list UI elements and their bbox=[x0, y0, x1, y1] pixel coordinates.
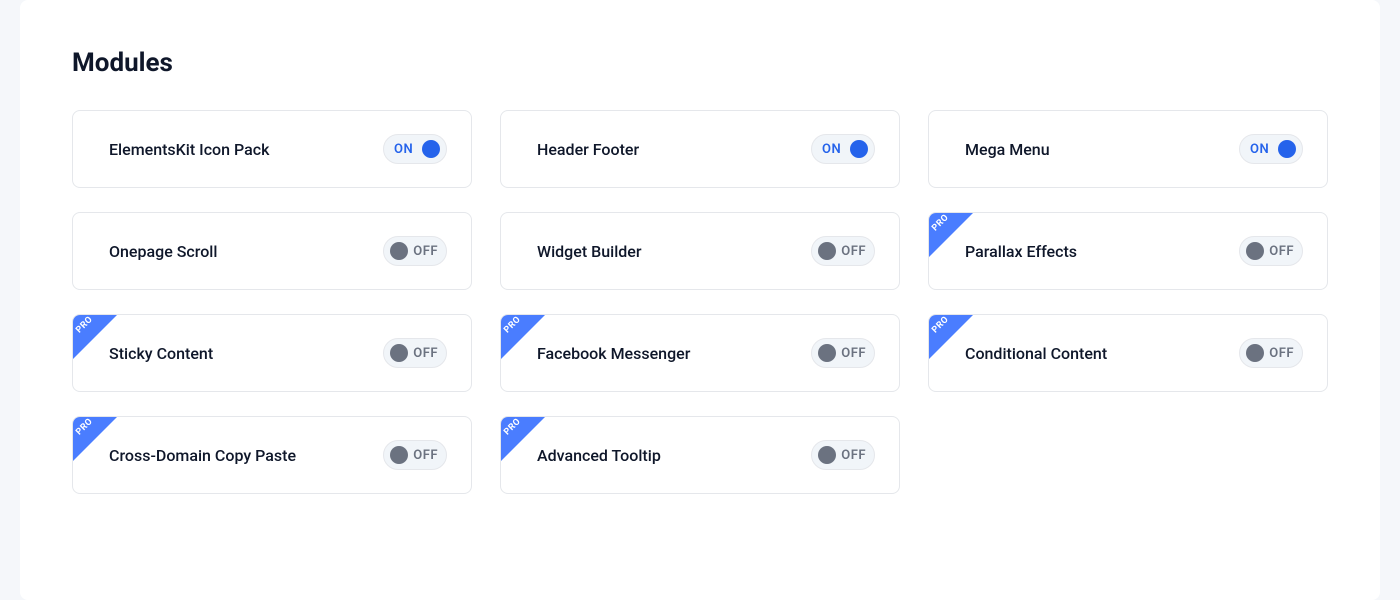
pro-badge-label: PRO bbox=[930, 213, 951, 234]
module-toggle-mega-menu[interactable]: ON bbox=[1239, 134, 1303, 164]
pro-badge-label: PRO bbox=[930, 315, 951, 336]
module-card-cross-domain-copy-paste: PRO Cross-Domain Copy Paste OFF bbox=[72, 416, 472, 494]
module-toggle-sticky-content[interactable]: OFF bbox=[383, 338, 447, 368]
module-toggle-conditional-content[interactable]: OFF bbox=[1239, 338, 1303, 368]
toggle-state-label: OFF bbox=[413, 346, 438, 361]
toggle-knob bbox=[1246, 242, 1264, 260]
toggle-knob bbox=[818, 344, 836, 362]
toggle-knob bbox=[850, 140, 868, 158]
toggle-state-label: OFF bbox=[413, 244, 438, 259]
module-label: Mega Menu bbox=[965, 140, 1050, 159]
pro-badge-label: PRO bbox=[74, 315, 95, 336]
toggle-knob bbox=[390, 242, 408, 260]
modules-grid: ElementsKit Icon PackONHeader FooterONMe… bbox=[72, 110, 1328, 494]
pro-badge: PRO bbox=[929, 315, 973, 359]
pro-badge: PRO bbox=[73, 417, 117, 461]
module-label: Widget Builder bbox=[537, 242, 642, 261]
toggle-state-label: ON bbox=[394, 142, 413, 157]
module-label: Onepage Scroll bbox=[109, 242, 217, 261]
module-label: Facebook Messenger bbox=[537, 344, 690, 363]
pro-badge-label: PRO bbox=[502, 417, 523, 438]
module-card-header-footer: Header Footer ON bbox=[500, 110, 900, 188]
module-label: Parallax Effects bbox=[965, 242, 1077, 261]
module-toggle-widget-builder[interactable]: OFF bbox=[811, 236, 875, 266]
toggle-state-label: ON bbox=[1250, 142, 1269, 157]
module-card-widget-builder: Widget Builder OFF bbox=[500, 212, 900, 290]
toggle-knob bbox=[818, 242, 836, 260]
toggle-knob bbox=[390, 446, 408, 464]
module-toggle-advanced-tooltip[interactable]: OFF bbox=[811, 440, 875, 470]
module-toggle-parallax-effects[interactable]: OFF bbox=[1239, 236, 1303, 266]
toggle-state-label: ON bbox=[822, 142, 841, 157]
module-toggle-onepage-scroll[interactable]: OFF bbox=[383, 236, 447, 266]
module-card-onepage-scroll: Onepage Scroll OFF bbox=[72, 212, 472, 290]
pro-badge-label: PRO bbox=[502, 315, 523, 336]
module-label: ElementsKit Icon Pack bbox=[109, 140, 269, 159]
module-card-mega-menu: Mega Menu ON bbox=[928, 110, 1328, 188]
toggle-state-label: OFF bbox=[1269, 346, 1294, 361]
toggle-state-label: OFF bbox=[841, 448, 866, 463]
module-card-parallax-effects: PRO Parallax Effects OFF bbox=[928, 212, 1328, 290]
modules-panel: Modules ElementsKit Icon PackONHeader Fo… bbox=[20, 0, 1380, 600]
module-card-advanced-tooltip: PRO Advanced Tooltip OFF bbox=[500, 416, 900, 494]
pro-badge: PRO bbox=[929, 213, 973, 257]
module-label: Advanced Tooltip bbox=[537, 446, 661, 465]
toggle-knob bbox=[422, 140, 440, 158]
module-card-facebook-messenger: PRO Facebook Messenger OFF bbox=[500, 314, 900, 392]
module-card-conditional-content: PRO Conditional Content OFF bbox=[928, 314, 1328, 392]
pro-badge: PRO bbox=[501, 417, 545, 461]
module-toggle-facebook-messenger[interactable]: OFF bbox=[811, 338, 875, 368]
module-toggle-cross-domain-copy-paste[interactable]: OFF bbox=[383, 440, 447, 470]
module-label: Header Footer bbox=[537, 140, 639, 159]
toggle-knob bbox=[1246, 344, 1264, 362]
module-card-elementskit-icon-pack: ElementsKit Icon Pack ON bbox=[72, 110, 472, 188]
pro-badge: PRO bbox=[501, 315, 545, 359]
section-title: Modules bbox=[72, 48, 1328, 78]
toggle-state-label: OFF bbox=[841, 244, 866, 259]
module-label: Cross-Domain Copy Paste bbox=[109, 446, 296, 465]
toggle-knob bbox=[818, 446, 836, 464]
module-toggle-header-footer[interactable]: ON bbox=[811, 134, 875, 164]
module-card-sticky-content: PRO Sticky Content OFF bbox=[72, 314, 472, 392]
pro-badge-label: PRO bbox=[74, 417, 95, 438]
toggle-state-label: OFF bbox=[413, 448, 438, 463]
pro-badge: PRO bbox=[73, 315, 117, 359]
module-label: Conditional Content bbox=[965, 344, 1107, 363]
toggle-state-label: OFF bbox=[841, 346, 866, 361]
module-label: Sticky Content bbox=[109, 344, 213, 363]
toggle-state-label: OFF bbox=[1269, 244, 1294, 259]
toggle-knob bbox=[1278, 140, 1296, 158]
toggle-knob bbox=[390, 344, 408, 362]
module-toggle-elementskit-icon-pack[interactable]: ON bbox=[383, 134, 447, 164]
